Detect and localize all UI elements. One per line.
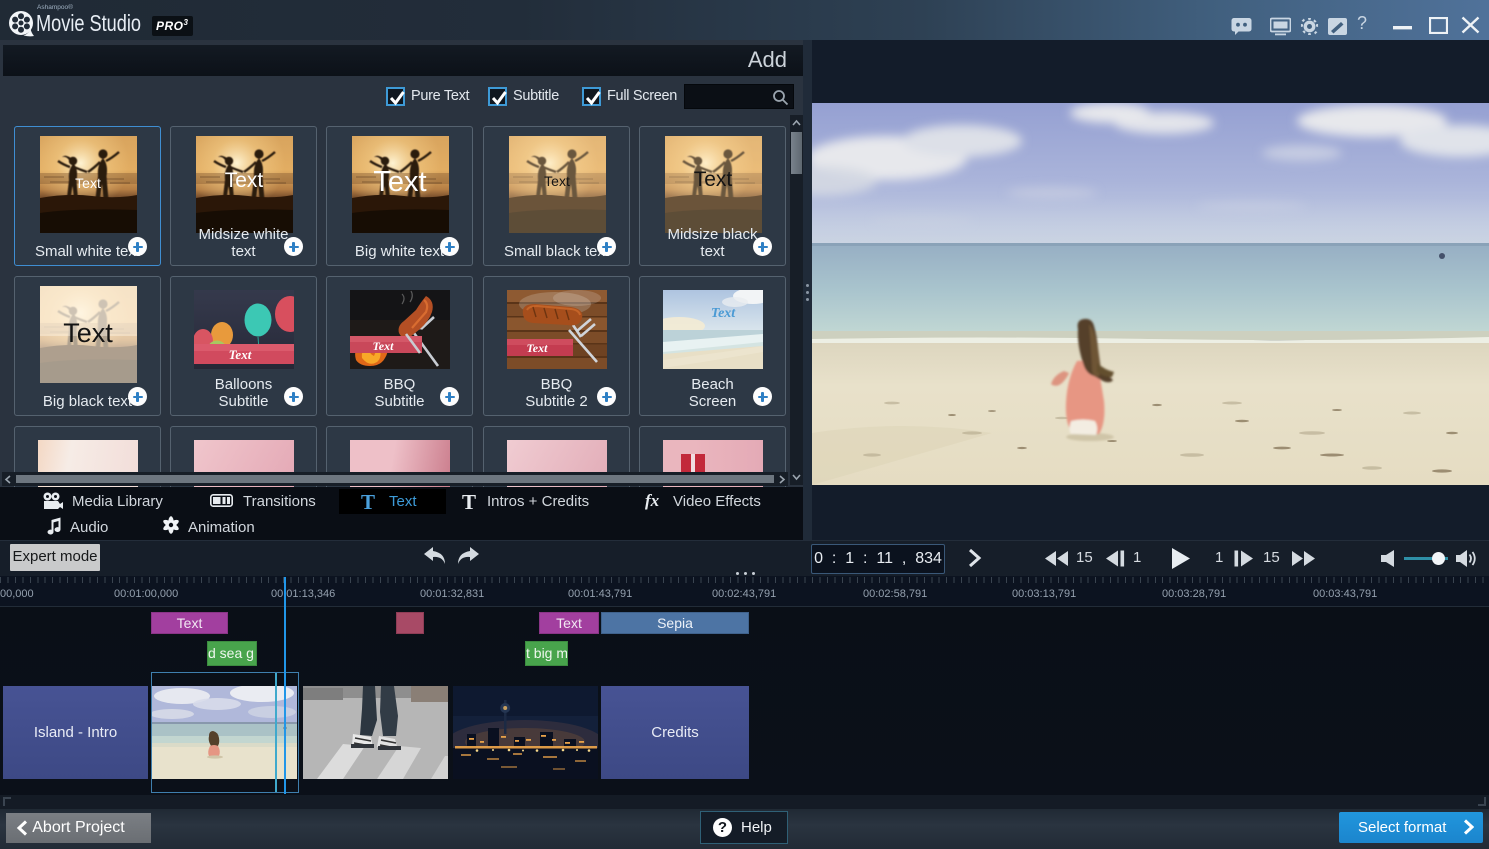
svg-text:Text: Text [225,169,264,192]
svg-text:Text: Text [63,318,113,348]
svg-text:Text: Text [75,175,101,191]
svg-text:Text: Text [694,168,733,191]
svg-text:Text: Text [373,166,426,198]
svg-text:Text: Text [544,173,570,189]
